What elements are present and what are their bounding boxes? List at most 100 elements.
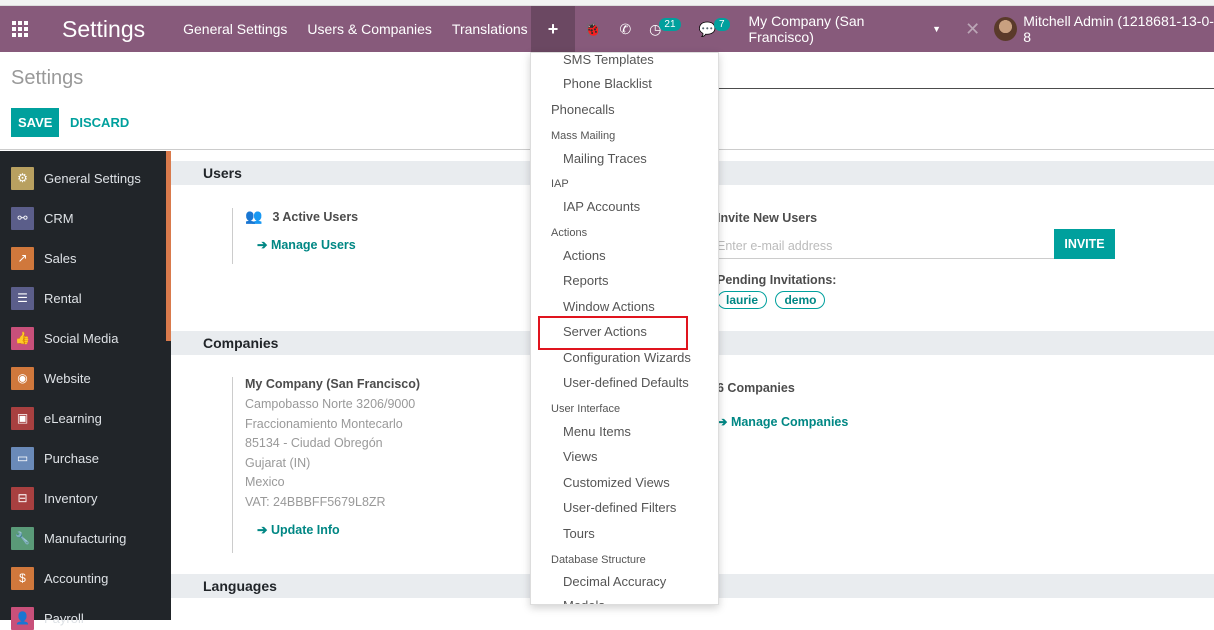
sidebar-item[interactable]: ⚙ General Settings (11, 166, 141, 190)
menu-item[interactable]: Models (563, 598, 605, 604)
pending-title: Pending Invitations: (717, 273, 837, 287)
menu-item[interactable]: Mailing Traces (563, 151, 647, 166)
menu-section-header: Mass Mailing (551, 130, 616, 142)
pending-invite-pill[interactable]: laurie (717, 291, 768, 309)
sidebar-item-label: Inventory (44, 490, 98, 506)
top-navbar: Settings General Settings Users & Compan… (0, 6, 1214, 52)
menu-item[interactable]: Actions (563, 248, 606, 263)
menu-item[interactable]: Views (563, 449, 597, 464)
active-users-count: 3 Active Users (272, 209, 359, 224)
sidebar-item-label: Purchase (44, 450, 99, 466)
invite-button[interactable]: INVITE (1054, 229, 1115, 259)
sidebar-item[interactable]: ▭ Purchase (11, 446, 99, 470)
phone-icon[interactable]: ✆ (610, 6, 640, 52)
company-switcher[interactable]: My Company (San Francisco) ▼ (739, 13, 952, 45)
app-brand: Settings (62, 15, 146, 42)
apps-menu-icon[interactable] (0, 6, 40, 52)
menu-users-companies[interactable]: Users & Companies (297, 6, 442, 52)
sidebar-item[interactable]: ☰ Rental (11, 286, 82, 310)
messages-badge: 7 (713, 17, 730, 31)
sidebar-item-label: CRM (44, 210, 74, 226)
highlight-box (538, 316, 688, 350)
menu-item[interactable]: User-defined Filters (563, 500, 676, 515)
address-line: Gujarat (IN) (245, 455, 311, 470)
sidebar-item-label: General Settings (44, 170, 141, 186)
sidebar-item[interactable]: 👍 Social Media (11, 326, 118, 350)
handshake-icon: ⚯ (11, 206, 34, 230)
card-icon: ▭ (11, 446, 34, 470)
sidebar-item[interactable]: 👤 Payroll (11, 606, 84, 630)
page-title: Settings (11, 67, 84, 89)
menu-item[interactable]: User-defined Defaults (563, 375, 689, 390)
user-name: Mitchell Admin (1218681-13-0-8 (1023, 13, 1214, 45)
plus-icon: + (547, 18, 559, 39)
chart-icon: ↗ (11, 246, 34, 270)
debug-icon[interactable]: 🐞 (575, 6, 610, 52)
menu-general-settings[interactable]: General Settings (173, 6, 297, 52)
address-line: Fraccionamiento Montecarlo (245, 416, 403, 431)
elearning-icon: ▣ (11, 406, 34, 430)
pending-list: laurie demo (717, 291, 829, 309)
companies-count: 6 Companies (717, 381, 795, 395)
menu-section-header: Database Structure (551, 554, 646, 566)
sidebar-item-label: Payroll (44, 610, 84, 626)
vat-line: VAT: 24BBBFF5679L8ZR (245, 494, 386, 509)
menu-section-header: Actions (551, 227, 588, 239)
sidebar-item-label: Website (44, 370, 91, 386)
company-title: My Company (San Francisco) (245, 377, 421, 391)
invite-email-input[interactable]: Enter e-mail address (717, 235, 1055, 259)
rental-icon: ☰ (11, 286, 34, 310)
menu-section-header: User Interface (551, 403, 621, 415)
sidebar-item-label: Sales (44, 250, 77, 266)
globe-icon: ◉ (11, 366, 34, 390)
tools-icon[interactable]: ✕ (951, 19, 994, 40)
menu-item[interactable]: Phone Blacklist (563, 76, 652, 91)
address-line: Mexico (245, 475, 285, 489)
update-info-link[interactable]: ➔ Update Info (257, 522, 420, 537)
address-line: 85134 - Ciudad Obregón (245, 436, 383, 450)
sidebar-item-label: Accounting (44, 570, 109, 586)
messages-button[interactable]: 💬 7 (690, 6, 739, 52)
menu-item[interactable]: Window Actions (563, 299, 655, 314)
users-icon: 👥 (245, 208, 263, 224)
sidebar-item[interactable]: ↗ Sales (11, 246, 77, 270)
menu-item[interactable]: Menu Items (563, 424, 631, 439)
sidebar-item[interactable]: $ Accounting (11, 566, 108, 590)
manage-users-link[interactable]: ➔ Manage Users (257, 237, 358, 252)
user-menu[interactable]: Mitchell Admin (1218681-13-0-8 (994, 13, 1214, 45)
sidebar-item[interactable]: ◉ Website (11, 366, 91, 390)
pending-invite-pill[interactable]: demo (775, 291, 826, 309)
company-box: My Company (San Francisco) Campobasso No… (232, 377, 420, 553)
menu-item[interactable]: IAP Accounts (563, 199, 640, 214)
address-line: Campobasso Norte 3206/9000 (245, 397, 416, 411)
sidebar-item[interactable]: ▣ eLearning (11, 406, 102, 430)
menu-item[interactable]: Configuration Wizards (563, 350, 691, 365)
discard-button[interactable]: DISCARD (70, 115, 129, 130)
sidebar-item-label: eLearning (44, 410, 102, 426)
activity-button[interactable]: ◷ 21 (640, 6, 689, 52)
menu-item[interactable]: Customized Views (563, 475, 670, 490)
menu-item[interactable]: Reports (563, 273, 609, 288)
company-name: My Company (San Francisco) (748, 13, 865, 45)
wrench-icon: 🔧 (11, 526, 34, 550)
activity-badge: 21 (659, 17, 681, 31)
thumbs-up-icon: 👍 (11, 326, 34, 350)
save-button[interactable]: SAVE (11, 108, 60, 137)
menu-translations[interactable]: Translations (442, 6, 538, 52)
sidebar-item[interactable]: 🔧 Manufacturing (11, 526, 126, 550)
menu-item[interactable]: Tours (563, 526, 595, 541)
menu-item[interactable]: Phonecalls (551, 102, 615, 117)
sidebar-item[interactable]: ⊟ Inventory (11, 486, 97, 510)
active-users-box: 👥 3 Active Users ➔ Manage Users (232, 208, 358, 264)
avatar (994, 17, 1018, 41)
sidebar-item[interactable]: ⚯ CRM (11, 206, 74, 230)
menu-item[interactable]: SMS Templates (563, 53, 654, 67)
manage-companies-link[interactable]: ➔ Manage Companies (717, 414, 848, 429)
sidebar-item-label: Rental (44, 290, 82, 306)
search-input[interactable] (718, 88, 1214, 89)
sidebar-item-label: Social Media (44, 330, 119, 346)
technical-menu-button[interactable]: + (531, 6, 575, 52)
invite-title: Invite New Users (717, 211, 818, 225)
payroll-icon: 👤 (11, 606, 34, 630)
menu-item[interactable]: Decimal Accuracy (563, 574, 666, 589)
